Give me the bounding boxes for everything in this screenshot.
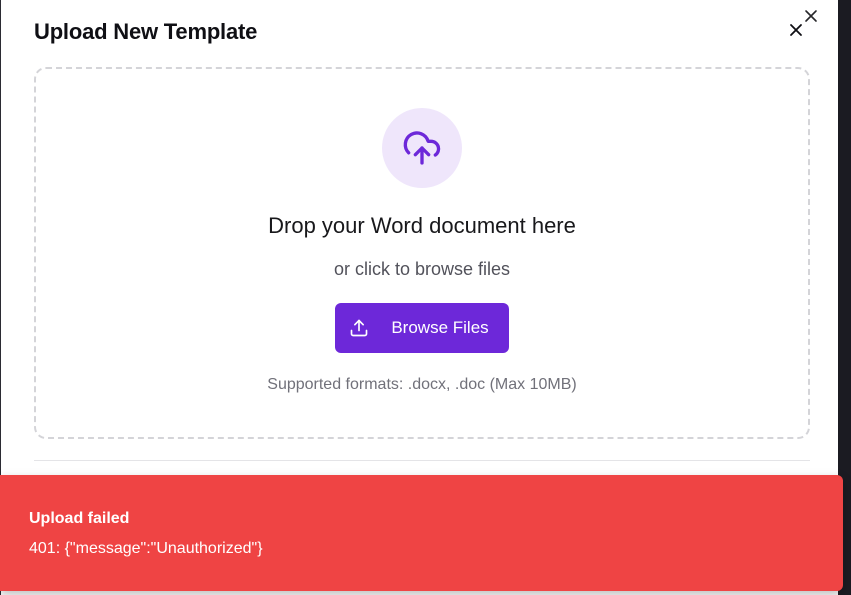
error-toast[interactable]: Upload failed 401: {"message":"Unauthori… [0,475,843,591]
close-button[interactable] [788,22,804,38]
browse-files-label: Browse Files [391,318,489,337]
cloud-upload-icon [382,108,462,188]
upload-icon [349,318,369,338]
browse-files-button[interactable]: Browse Files [335,303,509,353]
supported-formats-text: Supported formats: .docx, .doc (Max 10MB… [267,376,577,393]
toast-message: 401: {"message":"Unauthorized"} [29,540,263,557]
close-icon[interactable] [803,8,819,24]
divider [34,460,810,461]
toast-title: Upload failed [29,510,130,527]
dropzone-subtitle: or click to browse files [333,259,511,279]
modal-title: Upload New Template [34,19,258,44]
dropzone-title: Drop your Word document here [268,213,576,238]
